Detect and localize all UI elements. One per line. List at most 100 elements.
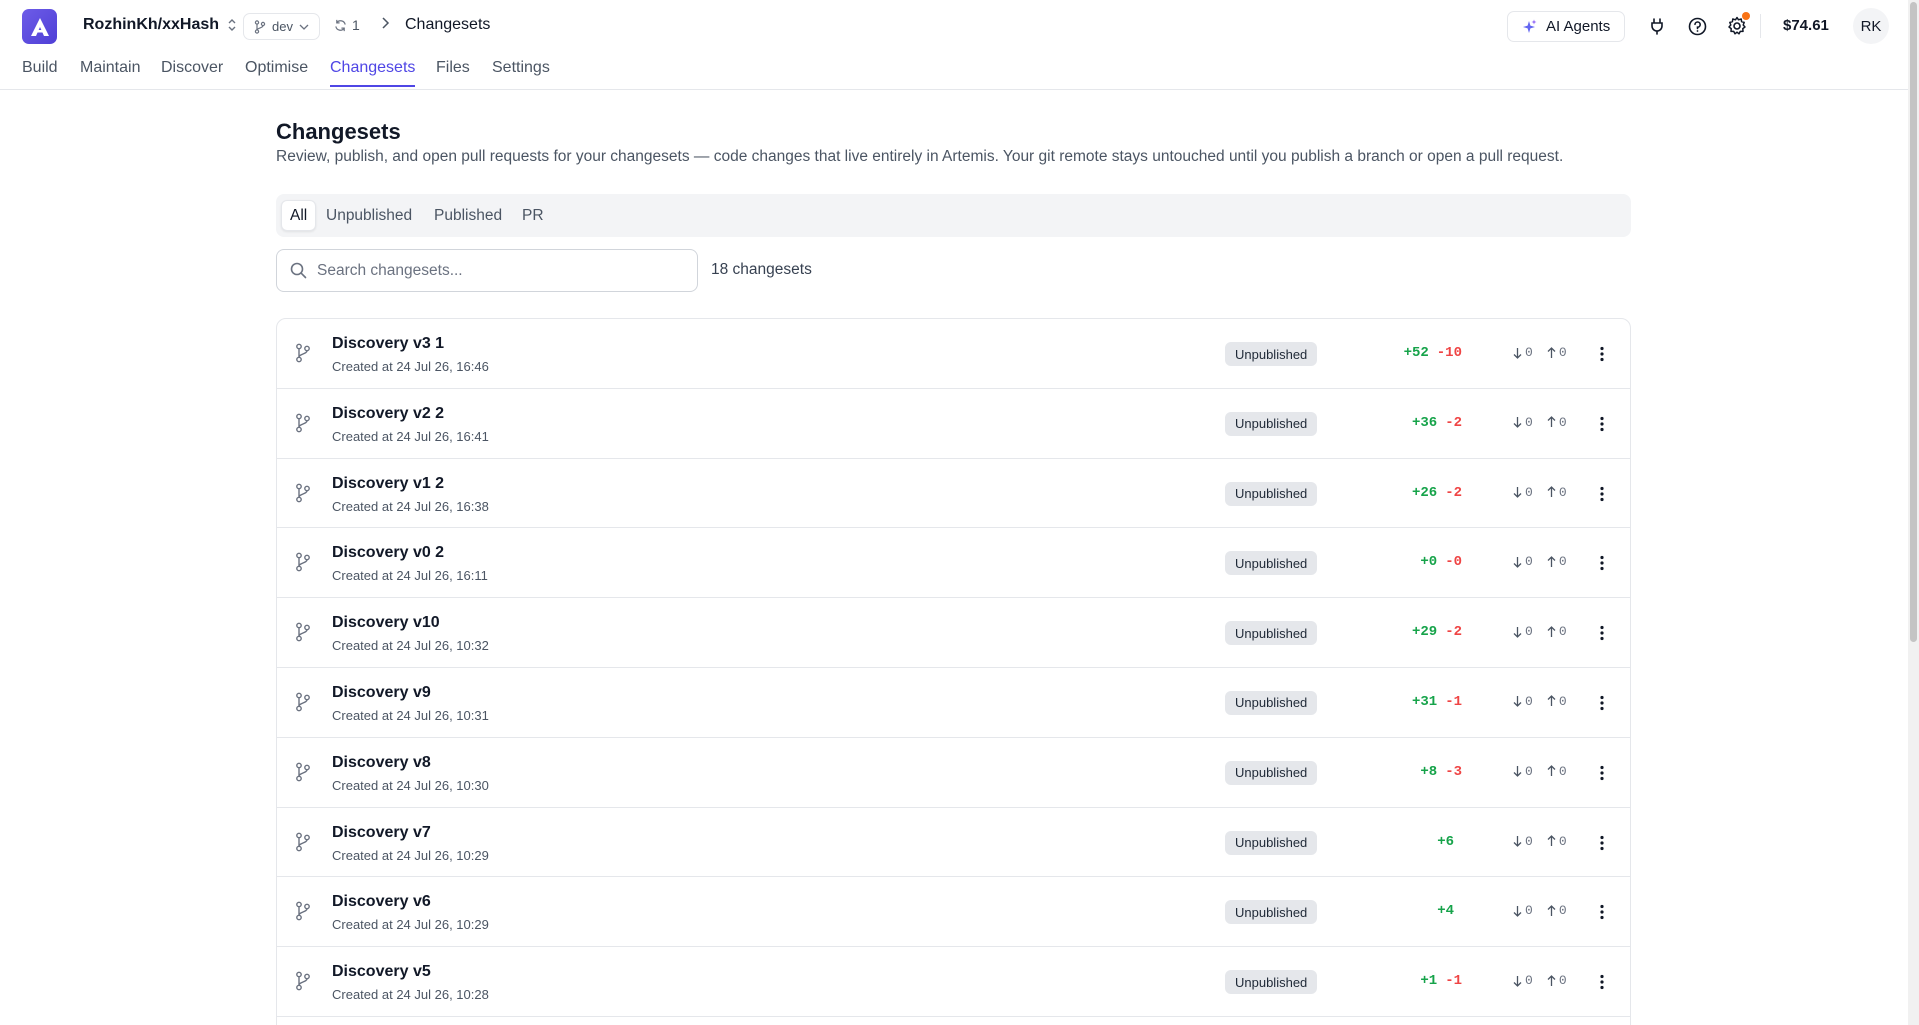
changeset-name[interactable]: Discovery v3 1 bbox=[332, 335, 444, 353]
page-scrollbar[interactable] bbox=[1908, 0, 1919, 1025]
filter-all[interactable]: All bbox=[281, 200, 317, 231]
changeset-row[interactable]: Discovery v3 1 Created at 24 Jul 26, 16:… bbox=[277, 319, 1630, 389]
lines-added: +36 bbox=[1411, 414, 1438, 431]
tab-files[interactable]: Files bbox=[436, 59, 470, 87]
more-options-icon[interactable] bbox=[1592, 412, 1612, 436]
changeset-row[interactable]: Discovery v1 2 Created at 24 Jul 26, 16:… bbox=[277, 459, 1630, 529]
changeset-row[interactable]: Discovery v2 2 Created at 24 Jul 26, 16:… bbox=[277, 389, 1630, 459]
filter-unpublished[interactable]: Unpublished bbox=[318, 200, 420, 231]
ai-agents-button[interactable]: AI Agents bbox=[1507, 11, 1626, 42]
artemis-logo-icon[interactable] bbox=[22, 9, 57, 44]
changeset-name[interactable]: Discovery v6 bbox=[332, 893, 431, 911]
status-badge: Unpublished bbox=[1225, 551, 1318, 576]
sync-stats: 0 0 bbox=[1513, 764, 1567, 779]
changeset-name[interactable]: Discovery v7 bbox=[332, 824, 431, 842]
more-options-icon[interactable] bbox=[1592, 691, 1612, 715]
more-options-icon[interactable] bbox=[1592, 621, 1612, 645]
filter-published[interactable]: Published bbox=[426, 200, 510, 231]
tab-build[interactable]: Build bbox=[22, 59, 58, 87]
tab-optimise[interactable]: Optimise bbox=[245, 59, 308, 87]
divider bbox=[1760, 14, 1761, 38]
plug-icon[interactable] bbox=[1645, 14, 1669, 38]
tab-changesets[interactable]: Changesets bbox=[330, 59, 416, 87]
diff-stats: +1 -1 bbox=[1420, 973, 1462, 989]
arrow-up-icon bbox=[1547, 765, 1556, 777]
changeset-row[interactable]: Discovery v0 2 Created at 24 Jul 26, 16:… bbox=[277, 528, 1630, 599]
arrow-up-icon bbox=[1547, 346, 1556, 358]
more-options-icon[interactable] bbox=[1592, 761, 1612, 785]
notification-dot bbox=[1742, 12, 1750, 20]
git-branch-icon bbox=[295, 971, 311, 996]
arrow-down-icon bbox=[1513, 626, 1522, 638]
help-icon[interactable] bbox=[1685, 14, 1709, 38]
changeset-row[interactable]: Discovery v9 Created at 24 Jul 26, 10:31… bbox=[277, 668, 1630, 738]
more-options-icon[interactable] bbox=[1592, 551, 1612, 575]
arrow-up-icon bbox=[1547, 835, 1556, 847]
breadcrumb-current: Changesets bbox=[405, 16, 491, 33]
ahead-count: 0 bbox=[1547, 764, 1567, 779]
diff-stats: +6 bbox=[1437, 834, 1462, 850]
arrow-down-icon bbox=[1513, 417, 1522, 429]
more-options-icon[interactable] bbox=[1592, 342, 1612, 366]
more-options-icon[interactable] bbox=[1592, 970, 1612, 994]
repo-selector[interactable]: RozhinKh/xxHash bbox=[83, 16, 237, 34]
chevron-right-icon bbox=[380, 14, 390, 35]
tab-discover[interactable]: Discover bbox=[161, 59, 223, 87]
changeset-name[interactable]: Discovery v0 2 bbox=[332, 544, 444, 562]
more-options-icon[interactable] bbox=[1592, 900, 1612, 924]
changeset-name[interactable]: Discovery v5 bbox=[332, 963, 431, 981]
sparkles-icon bbox=[1523, 19, 1537, 33]
search-input[interactable] bbox=[317, 261, 677, 280]
tab-maintain[interactable]: Maintain bbox=[80, 59, 140, 87]
git-branch-icon bbox=[295, 901, 311, 926]
page-title: Changesets bbox=[276, 119, 401, 144]
changeset-row[interactable]: Discovery v6 Created at 24 Jul 26, 10:29… bbox=[277, 877, 1630, 948]
scrollbar-thumb[interactable] bbox=[1910, 2, 1917, 642]
status-badge: Unpublished bbox=[1225, 621, 1318, 646]
lines-added: +6 bbox=[1437, 833, 1454, 850]
lines-added: +1 bbox=[1420, 973, 1438, 990]
changeset-name[interactable]: Discovery v1 2 bbox=[332, 475, 444, 493]
repo-name: RozhinKh/xxHash bbox=[83, 16, 220, 33]
changeset-name[interactable]: Discovery v10 bbox=[332, 614, 440, 632]
changeset-row[interactable]: Discovery v10 Created at 24 Jul 26, 10:3… bbox=[277, 598, 1630, 668]
diff-stats: +4 bbox=[1437, 903, 1462, 919]
branch-selector[interactable]: dev bbox=[243, 13, 320, 40]
changeset-name[interactable]: Discovery v2 2 bbox=[332, 405, 444, 423]
sync-status[interactable]: 1 bbox=[334, 17, 360, 33]
lines-added: +52 bbox=[1403, 345, 1429, 361]
changeset-row[interactable]: Discovery v7 Created at 24 Jul 26, 10:29… bbox=[277, 808, 1630, 878]
behind-count: 0 bbox=[1513, 834, 1533, 849]
lines-removed: -2 bbox=[1445, 624, 1462, 641]
status-badge: Unpublished bbox=[1225, 830, 1318, 855]
search-icon bbox=[290, 262, 307, 279]
refresh-icon bbox=[335, 19, 346, 31]
status-badge: Unpublished bbox=[1225, 900, 1318, 925]
changeset-row[interactable]: Discovery v8 Created at 24 Jul 26, 10:30… bbox=[277, 738, 1630, 808]
sync-stats: 0 0 bbox=[1513, 554, 1567, 569]
changeset-name[interactable]: Discovery v9 bbox=[332, 684, 431, 702]
git-branch-icon bbox=[295, 413, 311, 438]
ahead-count: 0 bbox=[1547, 415, 1567, 430]
status-badge: Unpublished bbox=[1225, 342, 1318, 366]
tab-settings[interactable]: Settings bbox=[492, 59, 550, 87]
arrow-down-icon bbox=[1513, 556, 1522, 568]
status-badge: Unpublished bbox=[1225, 690, 1318, 715]
search-box[interactable] bbox=[276, 249, 698, 292]
changeset-list: Discovery v3 1 Created at 24 Jul 26, 16:… bbox=[276, 318, 1631, 1025]
user-avatar[interactable]: RK bbox=[1853, 8, 1889, 44]
account-balance[interactable]: $74.61 bbox=[1783, 17, 1829, 34]
arrow-up-icon bbox=[1547, 695, 1556, 707]
diff-stats: +8 -3 bbox=[1420, 764, 1462, 780]
lines-added: +26 bbox=[1411, 484, 1438, 501]
more-options-icon[interactable] bbox=[1592, 831, 1612, 855]
behind-count: 0 bbox=[1513, 485, 1533, 500]
changeset-name[interactable]: Discovery v8 bbox=[332, 754, 431, 772]
more-options-icon[interactable] bbox=[1592, 482, 1612, 506]
filter-pr[interactable]: PR bbox=[514, 200, 552, 231]
settings-gear-icon[interactable] bbox=[1725, 12, 1750, 38]
branch-name: dev bbox=[272, 19, 293, 34]
changeset-created-at: Created at 24 Jul 26, 16:11 bbox=[332, 568, 488, 584]
changeset-row[interactable]: Discovery v5 Created at 24 Jul 26, 10:28… bbox=[277, 947, 1630, 1017]
arrow-up-icon bbox=[1547, 416, 1556, 428]
